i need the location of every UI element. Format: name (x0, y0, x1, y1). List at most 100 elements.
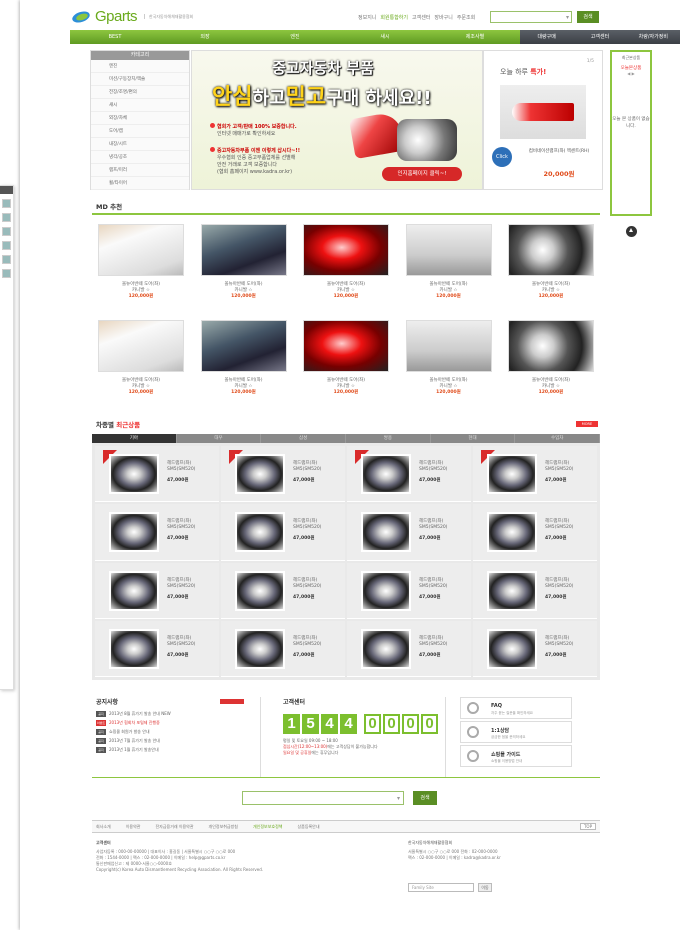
notice-text[interactable]: 2013년 7월 휴가기 발송 안내 (109, 738, 160, 744)
product-thumbnail[interactable] (487, 570, 537, 611)
md-product-card[interactable]: 올뉴아반떼 도어(좌) 카니발 ☆ 120,000원 (502, 220, 600, 316)
product-thumbnail[interactable] (109, 628, 159, 669)
link-cart[interactable]: 장바구니 (434, 14, 452, 21)
sidebar-item[interactable]: 도어/캡 (91, 125, 189, 138)
main-banner[interactable]: 중고자동차 부품 안심하고믿고구매 하세요!! 협회가 고객/판매 100% 보… (191, 50, 483, 190)
sidebar-item[interactable]: 섀시 (91, 99, 189, 112)
grid-product-card[interactable]: 헤드램프(좌) SM5(SM520) 47,000원 (95, 562, 219, 619)
product-thumbnail[interactable] (487, 512, 537, 553)
sidebar-item[interactable]: 휠/타이어 (91, 177, 189, 190)
product-thumbnail[interactable] (508, 224, 594, 276)
product-thumbnail[interactable] (109, 512, 159, 553)
today-product-image[interactable] (500, 85, 586, 139)
sidebar-item[interactable]: 냉각/공조 (91, 151, 189, 164)
grid-product-card[interactable]: 헤드램프(좌) SM5(SM520) 47,000원 (95, 504, 219, 561)
family-site-select[interactable]: Family Site (408, 883, 474, 892)
md-product-card[interactable]: 올뉴아반떼 도어(좌) 카니발 ☆ 120,000원 (502, 316, 600, 412)
footer-link[interactable]: 개인정보보호정책 (253, 824, 282, 830)
sidebar-item[interactable]: 전장/조명/편의 (91, 86, 189, 99)
help-link-1[interactable]: 1:1상담 궁금한 점을 문의하세요 (460, 721, 572, 743)
product-thumbnail[interactable] (98, 320, 184, 372)
grid-product-card[interactable]: 헤드램프(좌) SM5(SM520) 47,000원 (347, 446, 471, 503)
logo[interactable]: Gparts 한국자동차해체재활용협회 (70, 8, 193, 25)
notice-text[interactable]: 쇼핑몰 회원가 발송 안내 (109, 729, 150, 735)
footer-link[interactable]: 회사소개 (96, 824, 111, 830)
notice-item[interactable]: 공지 2013년 8월 휴가기 발송 안내 NEW (96, 709, 246, 718)
nav-cs[interactable]: 고객센터 (573, 30, 626, 44)
notice-text[interactable]: 2013년 8월 휴가기 발송 안내 NEW (109, 711, 171, 717)
product-thumbnail[interactable] (235, 570, 285, 611)
notice-text[interactable]: 2013년 1월 휴가기 발송안내 (109, 747, 159, 753)
md-product-card[interactable]: 올뉴아반떼 도어(좌) 카니발 ☆ 120,000원 (297, 220, 395, 316)
nav-maker[interactable]: 제조사별 (430, 30, 520, 44)
help-link-0[interactable]: FAQ 자주 묻는 질문을 확인하세요 (460, 697, 572, 719)
product-thumbnail[interactable] (487, 628, 537, 669)
nav-chassis[interactable]: 섀시 (340, 30, 430, 44)
notice-text[interactable]: 2013년 협회차 포털제 진행중 (109, 720, 160, 726)
help-link-2[interactable]: 쇼핑몰 가이드 쇼핑몰 이용방법 안내 (460, 745, 572, 767)
md-product-card[interactable]: 올뉴아반떼 도어(좌) 카니발 ☆ 120,000원 (195, 220, 293, 316)
tab-maker[interactable]: 기아 (92, 434, 177, 443)
product-thumbnail[interactable] (235, 512, 285, 553)
sidebar-item[interactable]: 미션/구동장치/액슬 (91, 73, 189, 86)
product-thumbnail[interactable] (508, 320, 594, 372)
md-product-card[interactable]: 올뉴아반떼 도어(좌) 카니발 ☆ 120,000원 (297, 316, 395, 412)
notice-item[interactable]: 공지 2013년 7월 휴가기 발송 안내 (96, 736, 246, 745)
grid-product-card[interactable]: 헤드램프(좌) SM5(SM520) 47,000원 (473, 562, 597, 619)
md-product-card[interactable]: 올뉴아반떼 도어(좌) 카니발 ☆ 120,000원 (400, 316, 498, 412)
link-cs[interactable]: 고객센터 (412, 14, 430, 21)
grid-product-card[interactable]: 헤드램프(좌) SM5(SM520) 47,000원 (347, 504, 471, 561)
grid-product-card[interactable]: 헤드램프(좌) SM5(SM520) 47,000원 (473, 620, 597, 677)
link-member[interactable]: 회원통합하기 (380, 14, 408, 21)
top-search-input[interactable]: ▾ (490, 11, 572, 23)
nav-engine[interactable]: 엔진 (250, 30, 340, 44)
nav-diy[interactable]: 차량/자가정비 (627, 30, 680, 44)
notice-item[interactable]: 이벤트 2013년 협회차 포털제 진행중 (96, 718, 246, 727)
product-thumbnail[interactable] (235, 628, 285, 669)
md-product-card[interactable]: 올뉴아반떼 도어(좌) 카니발 ☆ 120,000원 (92, 220, 190, 316)
product-thumbnail[interactable] (200, 320, 287, 372)
top-search-button[interactable]: 검색 (577, 11, 599, 23)
grid-product-card[interactable]: 헤드램프(좌) SM5(SM520) 47,000원 (95, 446, 219, 503)
more-button[interactable]: MORE (576, 421, 598, 427)
product-thumbnail[interactable] (109, 570, 159, 611)
tab-maker[interactable]: 수입차 (515, 434, 601, 443)
grid-product-card[interactable]: 헤드램프(좌) SM5(SM520) 47,000원 (473, 446, 597, 503)
sidebar-item[interactable]: 엔진 (91, 60, 189, 73)
product-thumbnail[interactable] (98, 224, 184, 276)
grid-product-card[interactable]: 헤드램프(좌) SM5(SM520) 47,000원 (221, 446, 345, 503)
product-thumbnail[interactable] (405, 320, 492, 372)
grid-product-card[interactable]: 헤드램프(좌) SM5(SM520) 47,000원 (347, 562, 471, 619)
link-order[interactable]: 주문조회 (457, 14, 475, 21)
tab-maker[interactable]: 쌍용 (346, 434, 431, 443)
product-thumbnail[interactable] (361, 454, 411, 494)
notice-more-button[interactable] (220, 699, 244, 704)
grid-product-card[interactable]: 헤드램프(좌) SM5(SM520) 47,000원 (221, 504, 345, 561)
product-thumbnail[interactable] (235, 454, 285, 494)
product-thumbnail[interactable] (303, 224, 389, 276)
product-thumbnail[interactable] (200, 224, 287, 276)
banner-link-button[interactable]: 인지홈페이지 클릭~! (382, 167, 462, 181)
bottom-search-button[interactable]: 검색 (413, 791, 437, 805)
footer-link[interactable]: 전자금융거래 이용약관 (155, 824, 193, 830)
md-product-card[interactable]: 올뉴아반떼 도어(좌) 카니발 ☆ 120,000원 (400, 220, 498, 316)
top-button[interactable]: TOP (579, 823, 596, 830)
footer-link[interactable]: 상품등록안내 (297, 824, 319, 830)
nav-bulk[interactable]: 대량구매 (520, 30, 573, 44)
sidebar-item[interactable]: 내장/시트 (91, 138, 189, 151)
product-thumbnail[interactable] (361, 512, 411, 553)
tab-maker[interactable]: 현대 (431, 434, 516, 443)
nav-exterior[interactable]: 외장 (160, 30, 250, 44)
sidebar-item[interactable]: 램프/미러 (91, 164, 189, 177)
today-deal[interactable]: 오늘 하루 특가! 1/5 Click 컴비네이션램프(좌) 엑센트(RH) 2… (483, 50, 603, 190)
click-badge[interactable]: Click (492, 147, 512, 167)
bottom-search-input[interactable]: ▾ (242, 791, 404, 805)
footer-link[interactable]: 개인정보취급방침 (209, 824, 238, 830)
link-info[interactable]: 정보지니 (358, 14, 376, 21)
nav-best[interactable]: BEST (70, 30, 160, 44)
md-product-card[interactable]: 올뉴아반떼 도어(좌) 카니발 ☆ 120,000원 (195, 316, 293, 412)
product-thumbnail[interactable] (109, 454, 159, 494)
sidebar-item[interactable]: 외장/차체 (91, 112, 189, 125)
tab-maker[interactable]: 삼성 (261, 434, 347, 443)
tab-maker[interactable]: 대우 (177, 434, 262, 443)
